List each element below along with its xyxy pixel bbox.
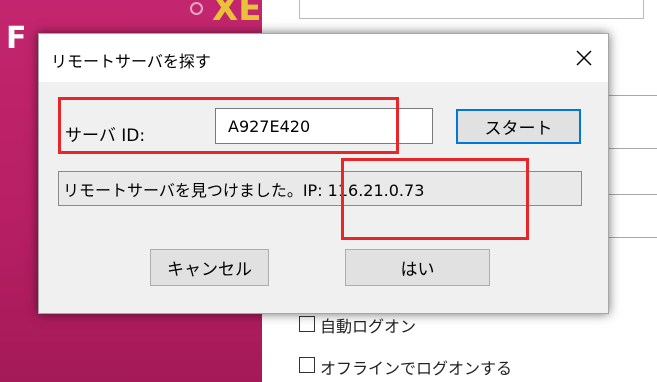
offline-logon-checkbox[interactable] [299,357,315,373]
server-id-label: サーバ ID: [65,126,146,146]
find-remote-server-dialog: リモートサーバを探す サーバ ID: スタート リモートサーバを見つけました。I… [38,33,609,314]
auto-logon-label: 自動ログオン [320,317,417,336]
status-message: リモートサーバを見つけました。IP: 116.21.0.73 [58,171,582,206]
logo-suffix: XE [212,0,262,29]
logo-registered-mark [190,2,203,15]
offline-logon-label: オフラインでログオンする [320,359,513,378]
cancel-button[interactable]: キャンセル [150,249,269,286]
dialog-titlebar: リモートサーバを探す [39,34,608,82]
close-icon [576,50,592,66]
close-button[interactable] [560,34,608,82]
dialog-title: リモートサーバを探す [51,52,211,71]
server-id-input[interactable] [215,108,433,144]
start-button[interactable]: スタート [456,109,581,144]
logo-letter: F [6,21,27,56]
auto-logon-checkbox[interactable] [299,316,315,332]
background-input-field[interactable] [299,0,644,19]
ok-button[interactable]: はい [345,249,490,286]
